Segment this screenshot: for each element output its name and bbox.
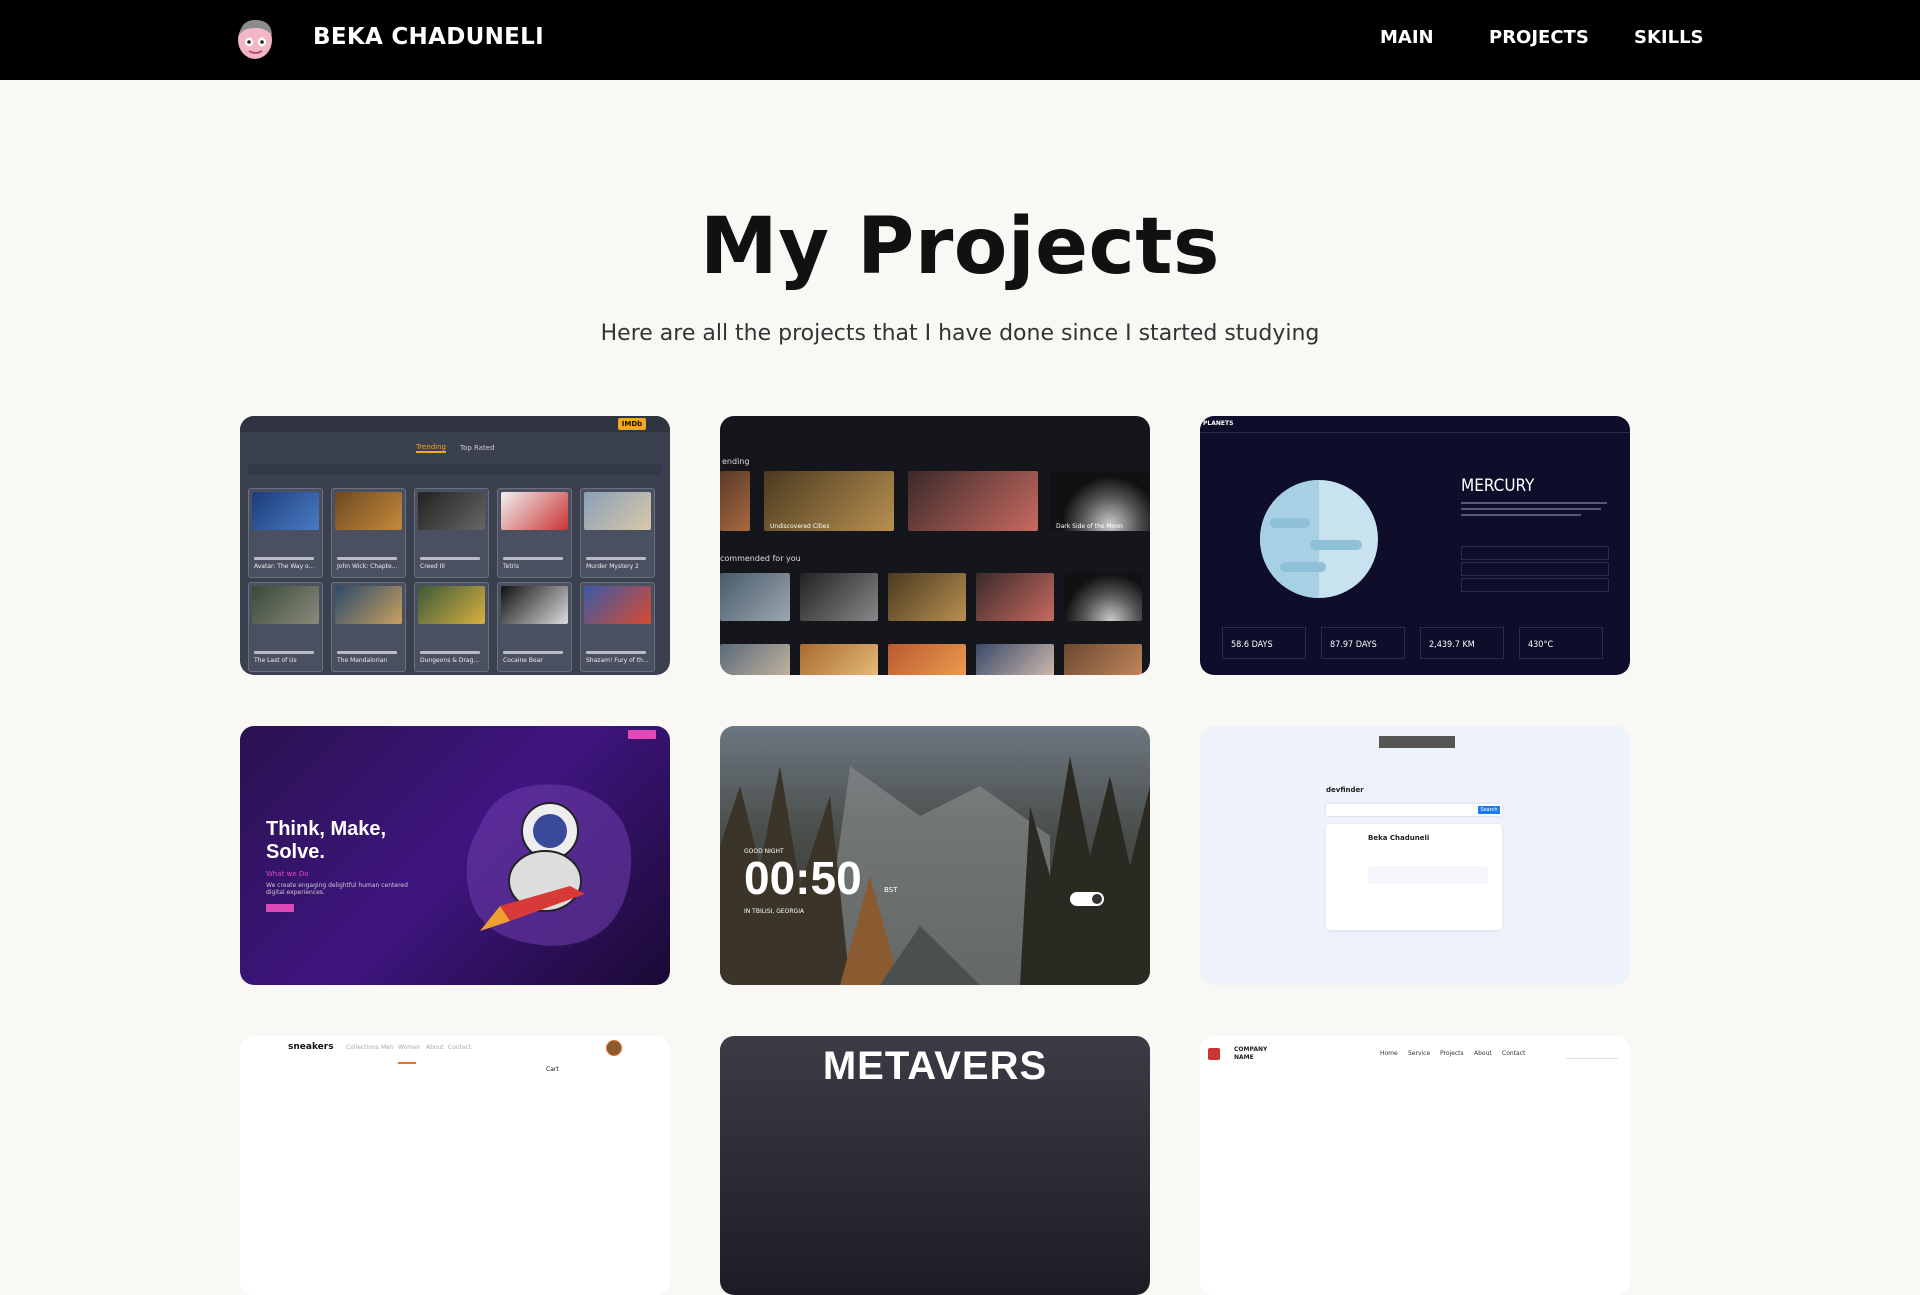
sneakers-nav-item: Collections	[346, 1044, 379, 1051]
company-brand-line-1: COMPANY	[1234, 1046, 1268, 1053]
movie-caption: Dark Side of the Moon	[1056, 523, 1123, 530]
devfinder-user-name: Beka Chaduneli	[1368, 834, 1430, 842]
nav-link-main[interactable]: MAIN	[1380, 27, 1434, 48]
project-card-metaverse[interactable]: METAVERS	[720, 1036, 1150, 1295]
devfinder-search-bar	[1326, 804, 1502, 816]
movie-title: The Last of Us	[254, 657, 297, 664]
stat-revolution: 87.97 DAYS	[1330, 640, 1377, 650]
clock-time: 00:50	[744, 852, 862, 904]
movie-title: Tetris	[503, 563, 519, 570]
stat-temperature: 430°C	[1528, 640, 1554, 650]
movie-caption: Undiscovered Cities	[770, 523, 830, 530]
company-nav-item: Contact	[1502, 1050, 1526, 1057]
planets-nav-divider	[1200, 432, 1630, 433]
project-card-company[interactable]: COMPANY NAME Home Service Projects About…	[1200, 1036, 1630, 1295]
more-toggle-button	[1070, 892, 1104, 906]
stat-rotation: 58.6 DAYS	[1231, 640, 1273, 650]
section-recommended: commended for you	[720, 554, 801, 563]
planets-brand: PLANETS	[1203, 420, 1234, 427]
headline-line-2: Solve.	[266, 841, 325, 863]
avatar[interactable]	[234, 17, 276, 61]
agency-description: We create engaging delightful human cent…	[266, 882, 408, 896]
tab-top-rated: Top Rated	[460, 444, 495, 452]
devfinder-top-label	[1379, 736, 1455, 748]
imdb-header-bar	[240, 416, 670, 432]
nav-link-skills[interactable]: SKILLS	[1634, 27, 1704, 48]
top-navbar: BEKA CHADUNELI MAIN PROJECTS SKILLS	[0, 0, 1920, 80]
sneakers-nav-item: Contact	[448, 1044, 472, 1051]
company-nav-item: Service	[1408, 1050, 1431, 1057]
sneakers-nav-item: About	[426, 1044, 444, 1051]
section-trending: ending	[722, 457, 750, 466]
devfinder-app-name: devfinder	[1326, 786, 1364, 794]
imdb-logo: IMDb	[618, 418, 646, 430]
movie-title: Dungeons & Drag...	[420, 657, 480, 664]
headline-line-1: Think, Make,	[266, 818, 387, 840]
clock-timezone: BST	[884, 886, 898, 894]
movie-title: Shazam! Fury of th...	[586, 657, 649, 664]
sneakers-nav-active-underline	[398, 1062, 416, 1064]
sneakers-cart-label: Cart	[546, 1066, 559, 1073]
company-brand-line-2: NAME	[1234, 1054, 1254, 1061]
devfinder-search-button: Search	[1478, 806, 1500, 814]
project-card-planets[interactable]: PLANETS MERCURY 58.6 DAYS 87.97 DAYS 2,4…	[1200, 416, 1630, 675]
stat-radius: 2,439.7 KM	[1429, 640, 1475, 650]
project-card-sneakers[interactable]: sneakers Collections Men Women About Con…	[240, 1036, 670, 1295]
sneakers-nav-item: Men	[381, 1044, 394, 1051]
devfinder-profile-card: Beka Chaduneli	[1326, 824, 1502, 930]
movie-title: Cocaine Bear	[503, 657, 543, 664]
planet-name: MERCURY	[1461, 476, 1535, 496]
tab-trending: Trending	[416, 443, 446, 453]
sneakers-brand: sneakers	[288, 1042, 334, 1052]
nav-link-projects[interactable]: PROJECTS	[1489, 27, 1589, 48]
astronaut-illustration	[466, 784, 632, 946]
agency-cta-button	[628, 730, 656, 739]
project-card-clock[interactable]: GOOD NIGHT 00:50 BST IN TBILISI, GEORGIA	[720, 726, 1150, 985]
page-subtitle: Here are all the projects that I have do…	[600, 321, 1320, 346]
sneakers-nav-item: Women	[398, 1044, 421, 1051]
project-card-agency[interactable]: Think, Make, Solve. What we Do We create…	[240, 726, 670, 985]
company-nav-item: Home	[1380, 1050, 1398, 1057]
agency-learn-more-button	[266, 904, 294, 912]
company-nav-item: About	[1474, 1050, 1492, 1057]
company-logo-icon	[1208, 1048, 1220, 1060]
company-nav-item: Projects	[1440, 1050, 1464, 1057]
agency-tagline: What we Do	[266, 870, 309, 878]
movie-title: Creed III	[420, 563, 445, 570]
project-card-imdb[interactable]: IMDb Trending Top Rated Avatar: The Way …	[240, 416, 670, 675]
company-search-input	[1566, 1048, 1618, 1059]
movie-title: John Wick: Chapte...	[337, 563, 398, 570]
sneakers-avatar	[606, 1040, 622, 1056]
clock-location: IN TBILISI, GEORGIA	[744, 908, 805, 915]
project-card-devfinder[interactable]: devfinder Search Beka Chaduneli	[1200, 726, 1630, 985]
movie-title: Murder Mystery 2	[586, 563, 639, 570]
agency-headline: Think, Make, Solve.	[266, 818, 386, 864]
mercury-planet-graphic	[1260, 480, 1378, 598]
page-title: My Projects	[700, 202, 1220, 292]
movie-title: The Mandalorian	[337, 657, 388, 664]
imdb-search-bar	[248, 464, 662, 475]
metaverse-headline: METAVERS	[822, 1044, 1048, 1088]
brand-name[interactable]: BEKA CHADUNELI	[313, 24, 544, 50]
project-card-entertainment[interactable]: ending Undiscovered Cities Dark Side of …	[720, 416, 1150, 675]
movie-title: Avatar: The Way o...	[254, 563, 315, 570]
